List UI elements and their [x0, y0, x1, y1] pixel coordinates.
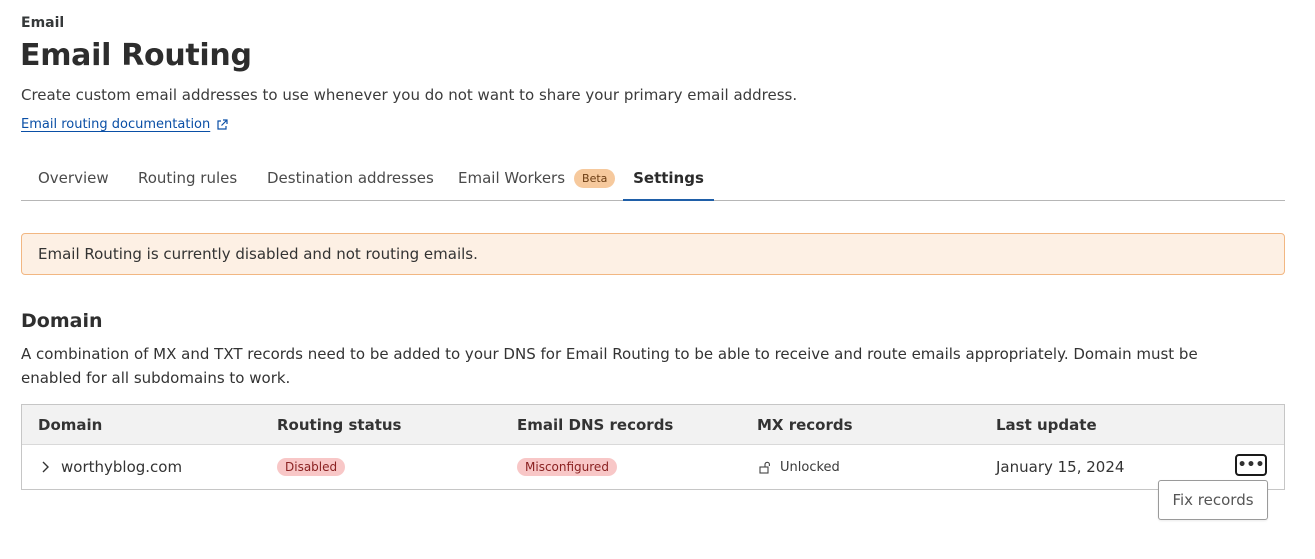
tab-settings[interactable]: Settings — [623, 156, 714, 201]
unlock-icon — [759, 461, 770, 474]
mx-records-cell: Unlocked — [759, 445, 840, 489]
last-update-cell: January 15, 2024 — [996, 458, 1125, 476]
column-header-mx-records: MX records — [757, 416, 853, 434]
status-badge: Disabled — [277, 458, 346, 476]
external-link-icon — [217, 118, 228, 130]
table-header: Domain Routing status Email DNS records … — [22, 405, 1284, 445]
warning-message: Email Routing is currently disabled and … — [38, 245, 478, 263]
tab-routing-rules-label: Routing rules — [138, 169, 238, 187]
domain-section-title: Domain — [21, 310, 103, 332]
domain-section-description: A combination of MX and TXT records need… — [21, 345, 1198, 387]
documentation-link[interactable]: Email routing documentation — [21, 117, 228, 132]
fix-records-label: Fix records — [1172, 491, 1254, 509]
tab-destination-addresses[interactable]: Destination addresses — [267, 156, 434, 200]
dns-records-cell: Misconfigured — [517, 445, 617, 489]
page-title: Email Routing — [20, 38, 252, 73]
tab-email-workers-label: Email Workers — [458, 169, 566, 187]
tab-settings-label: Settings — [633, 168, 704, 187]
column-header-email-dns-records: Email DNS records — [517, 416, 674, 434]
more-options-icon: ••• — [1237, 457, 1265, 473]
tab-email-workers[interactable]: Email Workers Beta — [458, 156, 616, 200]
domain-table: Domain Routing status Email DNS records … — [21, 404, 1285, 490]
mx-records-value: Unlocked — [780, 459, 840, 475]
tab-bar: Overview Routing rules Destination addre… — [21, 156, 1285, 201]
email-routing-page: Email Email Routing Create custom email … — [0, 0, 1315, 559]
beta-badge: Beta — [574, 168, 616, 188]
column-header-last-update: Last update — [996, 416, 1097, 434]
routing-status-cell: Disabled — [277, 445, 346, 489]
column-header-routing-status: Routing status — [277, 416, 402, 434]
documentation-link-label[interactable]: Email routing documentation — [21, 117, 210, 132]
column-header-domain: Domain — [38, 416, 103, 434]
tab-routing-rules[interactable]: Routing rules — [138, 156, 237, 200]
more-options-button[interactable]: ••• — [1235, 454, 1267, 476]
domain-name: worthyblog.com — [61, 458, 183, 476]
page-subtitle: Create custom email addresses to use whe… — [21, 86, 798, 104]
domain-cell[interactable]: worthyblog.com — [40, 445, 182, 489]
breadcrumb[interactable]: Email — [21, 15, 64, 31]
table-row: worthyblog.com Disabled Misconfigured Un… — [22, 445, 1284, 489]
tab-overview-label: Overview — [38, 169, 109, 187]
disabled-warning-banner: Email Routing is currently disabled and … — [21, 233, 1285, 275]
dns-status-badge: Misconfigured — [517, 458, 617, 476]
fix-records-menu-item[interactable]: Fix records — [1158, 480, 1268, 520]
chevron-right-icon[interactable] — [40, 460, 52, 474]
tab-overview[interactable]: Overview — [38, 156, 109, 200]
tab-destination-addresses-label: Destination addresses — [267, 169, 434, 187]
